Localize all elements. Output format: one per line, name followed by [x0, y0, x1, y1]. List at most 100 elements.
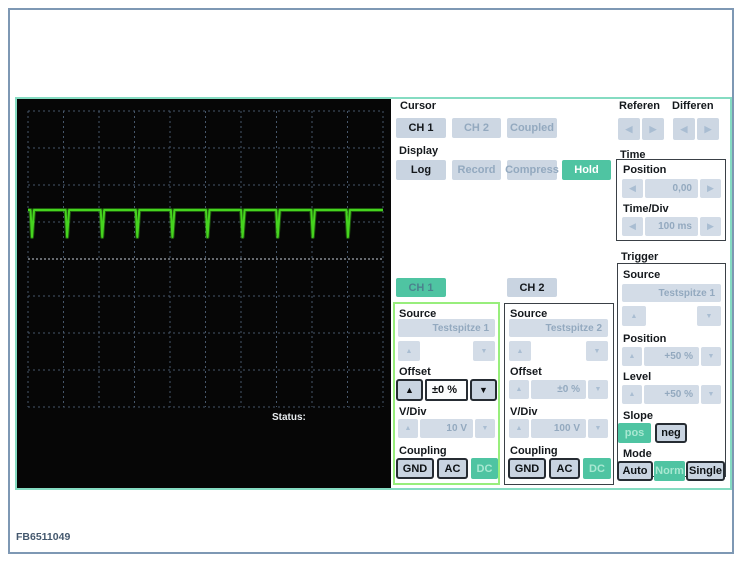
display-compress-button[interactable]: Compress [505, 160, 559, 180]
timediv-value: 100 ms [645, 217, 698, 236]
trigger-position-spinner: ▲ +50 % ▼ [622, 347, 721, 366]
ch1-source-value: Testspitze 1 [398, 319, 495, 337]
status-label: Status: [272, 412, 306, 423]
ch1-coupling-gnd-button[interactable]: GND [396, 458, 434, 479]
arrow-up-icon: ▲ [405, 347, 413, 355]
ch1-source-down-button[interactable]: ▼ [473, 341, 495, 361]
display-log-button[interactable]: Log [396, 160, 446, 180]
ch1-vdiv-down-button[interactable]: ▼ [475, 419, 495, 438]
arrow-left-icon: ◀ [625, 123, 633, 134]
trigger-section-label: Trigger [621, 251, 659, 263]
arrow-right-icon: ▶ [707, 183, 714, 193]
arrow-up-icon: ▲ [404, 425, 412, 432]
trigger-position-down-button[interactable]: ▼ [701, 347, 721, 366]
arrow-up-icon: ▲ [628, 391, 636, 398]
arrow-left-icon: ◀ [629, 221, 636, 231]
trigger-level-label: Level [623, 371, 652, 383]
ch1-coupling-label: Coupling [399, 445, 447, 457]
arrow-up-icon: ▲ [628, 353, 636, 360]
ch1-offset-spinner: ▲ ±0 % ▼ [396, 379, 497, 401]
scope-display [17, 99, 391, 488]
timediv-label: Time/Div [623, 203, 669, 215]
trigger-source-value: Testspitze 1 [622, 284, 721, 302]
display-hold-button[interactable]: Hold [562, 160, 611, 180]
ch2-vdiv-down-button[interactable]: ▼ [588, 419, 608, 438]
ch2-source-value: Testspitze 2 [509, 319, 608, 337]
waveform-plot [27, 110, 384, 408]
timediv-increase-button[interactable]: ▶ [700, 217, 721, 236]
trigger-level-down-button[interactable]: ▼ [701, 385, 721, 404]
arrow-right-icon: ▶ [649, 123, 657, 134]
trigger-source-down-button[interactable]: ▼ [697, 306, 721, 326]
ch2-tab-button[interactable]: CH 2 [507, 278, 557, 297]
arrow-down-icon: ▼ [479, 384, 488, 395]
ch1-offset-label: Offset [399, 366, 431, 378]
time-position-value: 0,00 [645, 179, 698, 198]
time-position-decrease-button[interactable]: ◀ [622, 179, 643, 198]
trigger-level-up-button[interactable]: ▲ [622, 385, 642, 404]
trigger-source-label: Source [623, 269, 661, 281]
differen-next-button[interactable]: ▶ [697, 118, 719, 140]
slope-pos-button[interactable]: pos [618, 423, 651, 443]
differen-prev-button[interactable]: ◀ [673, 118, 695, 140]
cursor-ch2-button[interactable]: CH 2 [452, 118, 501, 138]
trigger-source-up-button[interactable]: ▲ [622, 306, 646, 326]
trigger-level-value: +50 % [644, 385, 699, 404]
trigger-slope-label: Slope [623, 410, 653, 422]
arrow-right-icon: ▶ [707, 221, 714, 231]
trigger-mode-label: Mode [623, 448, 652, 460]
ch2-vdiv-label: V/Div [510, 406, 538, 418]
ch1-vdiv-up-button[interactable]: ▲ [398, 419, 418, 438]
arrow-down-icon: ▼ [707, 353, 715, 360]
cursor-coupled-button[interactable]: Coupled [507, 118, 557, 138]
ch2-vdiv-up-button[interactable]: ▲ [509, 419, 529, 438]
timediv-decrease-button[interactable]: ◀ [622, 217, 643, 236]
slope-neg-button[interactable]: neg [655, 423, 687, 443]
trigger-level-spinner: ▲ +50 % ▼ [622, 385, 721, 404]
ch1-source-selector: ▲ ▼ [398, 341, 495, 361]
ch2-source-up-button[interactable]: ▲ [509, 341, 531, 361]
arrow-down-icon: ▼ [705, 312, 713, 320]
ch2-coupling-ac-button[interactable]: AC [549, 458, 580, 479]
arrow-up-icon: ▲ [515, 386, 523, 393]
arrow-up-icon: ▲ [516, 347, 524, 355]
mode-auto-button[interactable]: Auto [617, 461, 653, 481]
arrow-up-icon: ▲ [630, 312, 638, 320]
ch1-coupling-dc-button[interactable]: DC [471, 458, 498, 479]
ch1-tab-button[interactable]: CH 1 [396, 278, 446, 297]
referen-label: Referen [619, 100, 660, 112]
referen-prev-button[interactable]: ◀ [618, 118, 640, 140]
time-position-label: Position [623, 164, 667, 176]
ch1-vdiv-label: V/Div [399, 406, 427, 418]
ch2-coupling-gnd-button[interactable]: GND [508, 458, 546, 479]
ch2-vdiv-value: 100 V [531, 419, 586, 438]
ch2-offset-up-button[interactable]: ▲ [509, 380, 529, 399]
timediv-spinner: ◀ 100 ms ▶ [622, 217, 721, 236]
arrow-down-icon: ▼ [481, 425, 489, 432]
ch1-coupling-ac-button[interactable]: AC [437, 458, 468, 479]
ch2-source-down-button[interactable]: ▼ [586, 341, 608, 361]
ch1-vdiv-value: 10 V [420, 419, 473, 438]
referen-next-button[interactable]: ▶ [642, 118, 664, 140]
ch1-offset-down-button[interactable]: ▼ [470, 379, 497, 401]
differen-label: Differen [672, 100, 714, 112]
ch1-source-up-button[interactable]: ▲ [398, 341, 420, 361]
ch2-offset-spinner: ▲ ±0 % ▼ [509, 380, 608, 399]
ch2-coupling-dc-button[interactable]: DC [583, 458, 611, 479]
arrow-left-icon: ◀ [680, 123, 688, 134]
ch2-offset-down-button[interactable]: ▼ [588, 380, 608, 399]
time-position-increase-button[interactable]: ▶ [700, 179, 721, 198]
cursor-ch1-button[interactable]: CH 1 [396, 118, 446, 138]
mode-single-button[interactable]: Single [686, 461, 725, 481]
arrow-up-icon: ▲ [405, 384, 414, 395]
arrow-down-icon: ▼ [594, 386, 602, 393]
display-record-button[interactable]: Record [452, 160, 501, 180]
mode-norm-button[interactable]: Norm [654, 461, 685, 481]
arrow-left-icon: ◀ [629, 183, 636, 193]
time-position-spinner: ◀ 0,00 ▶ [622, 179, 721, 198]
trigger-position-label: Position [623, 333, 667, 345]
ch1-vdiv-spinner: ▲ 10 V ▼ [398, 419, 495, 438]
ch1-offset-up-button[interactable]: ▲ [396, 379, 423, 401]
arrow-down-icon: ▼ [480, 347, 488, 355]
trigger-position-up-button[interactable]: ▲ [622, 347, 642, 366]
